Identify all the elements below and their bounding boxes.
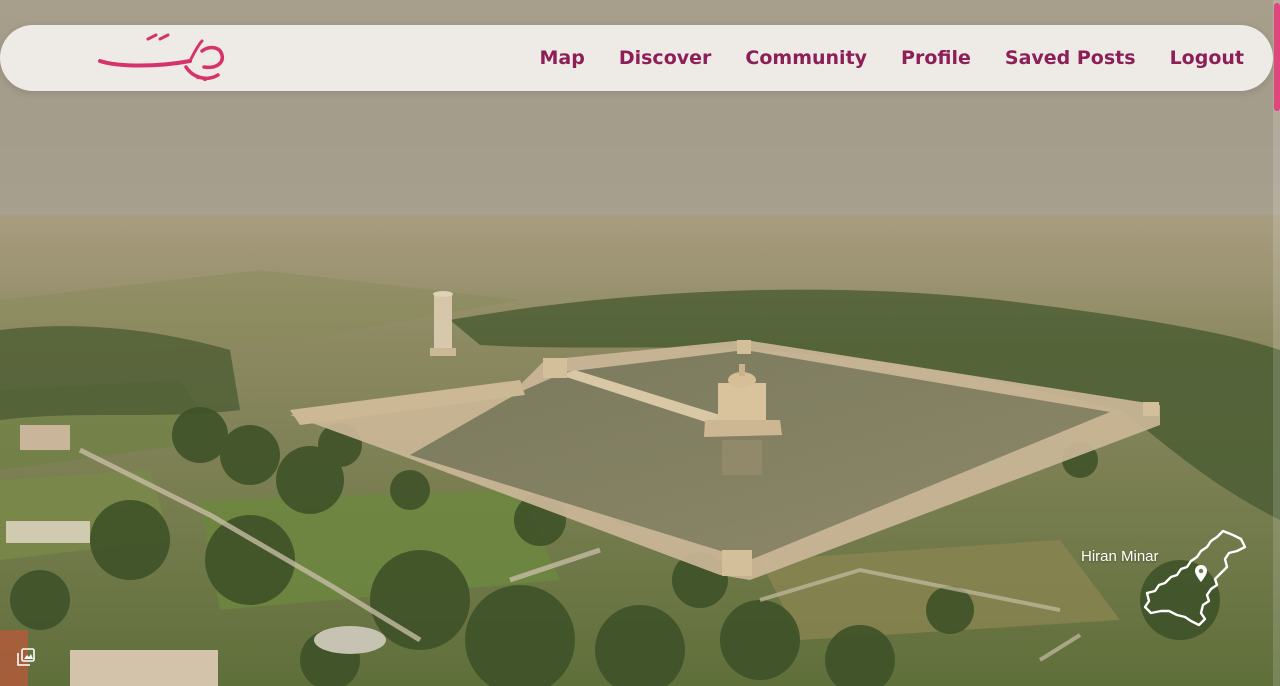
brand-logo[interactable] [98,33,228,83]
nav-logout-link[interactable]: Logout [1170,47,1244,69]
scrollbar-thumb[interactable] [1274,3,1280,111]
nav-community-link[interactable]: Community [745,47,867,69]
nav-links: Map Discover Community Profile Saved Pos… [506,25,1245,91]
calligraphy-logo-icon [98,33,225,82]
hero-background [0,0,1280,686]
gallery-stack-icon [17,648,35,666]
nav-map-link[interactable]: Map [540,47,585,69]
nav-discover-link[interactable]: Discover [619,47,712,69]
nav-saved-posts-link[interactable]: Saved Posts [1005,47,1136,69]
gallery-icon[interactable] [17,648,35,666]
nav-profile-link[interactable]: Profile [901,47,971,69]
aerial-photo [0,0,1280,686]
pakistan-outline-icon [1143,529,1247,627]
pakistan-map-pin-icon[interactable] [1141,527,1247,629]
top-navbar: Map Discover Community Profile Saved Pos… [0,25,1273,91]
page-scrollbar[interactable] [1273,0,1280,686]
